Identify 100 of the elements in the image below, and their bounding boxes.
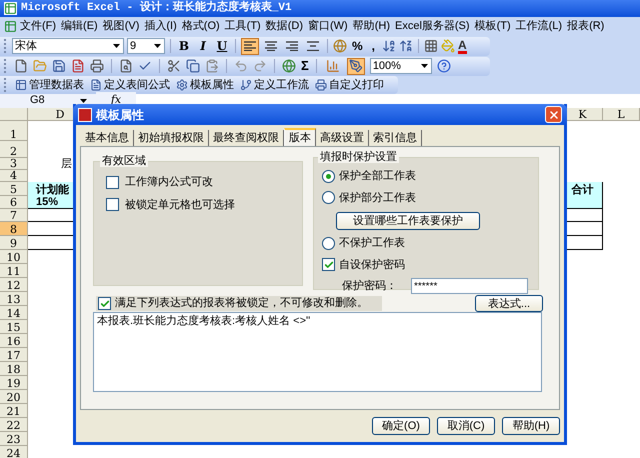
caret-icon[interactable]: [420, 64, 428, 68]
toolbar-button[interactable]: 定义表间公式: [90, 76, 170, 94]
checkbox[interactable]: [106, 176, 119, 189]
print-icon[interactable]: [90, 59, 104, 73]
row-header[interactable]: 21: [0, 404, 28, 418]
checkbox-label: 自设保护密码: [339, 258, 405, 272]
zoom-dropdown[interactable]: 100%: [370, 58, 432, 74]
save-icon[interactable]: [52, 59, 66, 73]
menu-item[interactable]: 模板(T): [472, 18, 513, 35]
fill-color-icon[interactable]: [441, 39, 456, 53]
checkbox[interactable]: [106, 198, 119, 212]
row-header[interactable]: 23: [0, 432, 28, 446]
menu-item[interactable]: 工作流(L): [514, 18, 564, 35]
printer-icon: [315, 79, 327, 91]
window-title: Microsoft Excel - 设计：班长能力态度考核表_V1: [21, 0, 292, 16]
toolbar-button[interactable]: 管理数据表: [15, 76, 84, 94]
help-icon[interactable]: [436, 59, 451, 73]
dialog-button[interactable]: 取消(C): [437, 417, 495, 435]
row-header[interactable]: 9: [0, 236, 28, 250]
row-header[interactable]: 3: [0, 158, 28, 170]
new-file-icon[interactable]: [14, 59, 28, 73]
toolbar-button[interactable]: 定义工作流: [240, 76, 309, 94]
caret-icon[interactable]: [113, 44, 120, 48]
radio-button[interactable]: [322, 170, 335, 183]
row-header[interactable]: 1: [0, 121, 28, 141]
checkbox[interactable]: [98, 297, 111, 310]
row-header[interactable]: 14: [0, 306, 28, 320]
copy-icon[interactable]: [186, 59, 200, 73]
menu-item[interactable]: 插入(I): [142, 18, 179, 35]
font-dropdown[interactable]: 宋体: [12, 38, 124, 54]
spreadsheet-icon: [4, 2, 17, 15]
menu-item[interactable]: 帮助(H): [350, 18, 392, 35]
style-button[interactable]: I: [195, 37, 211, 55]
toolbar-button[interactable]: 模板属性: [176, 76, 234, 94]
checkbox[interactable]: [322, 258, 335, 272]
password-field[interactable]: ******: [411, 278, 528, 294]
row-header[interactable]: 4: [0, 170, 28, 182]
row-header[interactable]: 11: [0, 264, 28, 278]
font-size-dropdown[interactable]: 9: [127, 38, 165, 54]
document-icon: [90, 79, 102, 91]
row-header[interactable]: 7: [0, 209, 28, 222]
row-header[interactable]: 12: [0, 278, 28, 292]
row-header[interactable]: 18: [0, 362, 28, 376]
checkbox-label: 工作簿内公式可改: [125, 175, 213, 190]
menu-item[interactable]: Excel服务器(S): [393, 18, 472, 35]
row-header[interactable]: 2: [0, 141, 28, 158]
gear-icon: [176, 79, 188, 91]
table-icon: [15, 79, 27, 91]
radio-label: 保护全部工作表: [339, 168, 416, 184]
dialog-title: 模板属性: [96, 106, 144, 124]
dialog-button[interactable]: 帮助(H): [502, 417, 560, 435]
menu-item[interactable]: 格式(O): [180, 18, 222, 35]
row-header[interactable]: 22: [0, 418, 28, 432]
branch-icon: [240, 79, 252, 91]
menu-item[interactable]: 数据(D): [264, 18, 305, 35]
row-header[interactable]: 15: [0, 320, 28, 334]
style-button[interactable]: B: [176, 37, 192, 55]
row-header[interactable]: 10: [0, 250, 28, 264]
radio-button[interactable]: [322, 191, 335, 204]
radio-label: 不保护工作表: [339, 236, 405, 251]
row-header[interactable]: 8: [0, 222, 28, 236]
drawing-icon[interactable]: [346, 58, 365, 74]
group-title: 填报时保护设置: [318, 151, 399, 163]
caret-icon[interactable]: [154, 44, 161, 48]
dialog-button[interactable]: 确定(O): [372, 417, 430, 435]
row-header[interactable]: 16: [0, 334, 28, 348]
app-logo-icon: [78, 108, 92, 122]
group-title: 有效区域: [100, 155, 148, 167]
radio-label: 保护部分工作表: [339, 190, 416, 206]
radio-button[interactable]: [322, 236, 335, 250]
paste-icon[interactable]: [205, 59, 219, 73]
print-preview-icon[interactable]: [119, 59, 133, 73]
percent-button[interactable]: %: [350, 37, 365, 55]
borders-icon[interactable]: [424, 39, 438, 53]
row-header[interactable]: 5: [0, 182, 28, 196]
menu-item[interactable]: 窗口(W): [306, 18, 350, 35]
row-header[interactable]: 17: [0, 348, 28, 362]
expression-button[interactable]: 表达式...: [475, 295, 543, 312]
spreadsheet-icon[interactable]: [4, 20, 17, 33]
style-button[interactable]: U: [214, 37, 230, 55]
comma-button[interactable]: ,: [368, 37, 380, 55]
row-header[interactable]: 24: [0, 446, 28, 458]
menu-item[interactable]: 文件(F): [18, 18, 58, 35]
close-button[interactable]: [545, 106, 562, 123]
sum-button[interactable]: Σ: [301, 56, 309, 76]
menu-item[interactable]: 工具(T): [222, 18, 263, 35]
expression-field[interactable]: 本报表.班长能力态度考核表:考核人姓名 <>'': [93, 312, 542, 392]
protect-sheets-button[interactable]: 设置哪些工作表要保护: [336, 212, 480, 230]
menu-item[interactable]: 编辑(E): [59, 18, 100, 35]
column-header[interactable]: L: [603, 108, 640, 121]
row-header[interactable]: 20: [0, 390, 28, 404]
align-button[interactable]: [241, 38, 259, 54]
row-header[interactable]: 13: [0, 292, 28, 306]
row-header[interactable]: 6: [0, 196, 28, 209]
toolbar-button[interactable]: 自定义打印: [315, 76, 384, 94]
menu-item[interactable]: 报表(R): [565, 18, 606, 35]
cut-icon[interactable]: [167, 59, 181, 73]
row-header[interactable]: 19: [0, 376, 28, 390]
tab[interactable]: 版本: [284, 128, 316, 146]
menu-item[interactable]: 视图(V): [100, 18, 142, 35]
